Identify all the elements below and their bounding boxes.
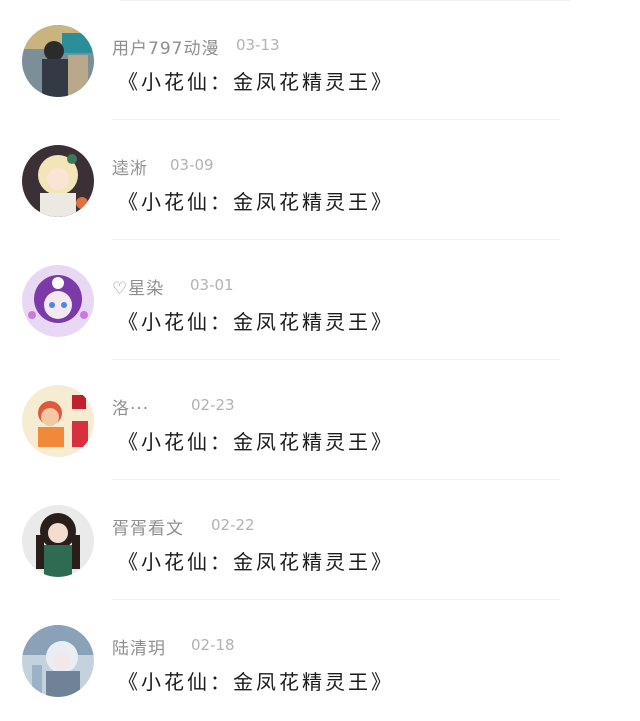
username[interactable]: 陆清玥	[112, 639, 166, 659]
comment-list: 用户797动漫 03-13 《小花仙：金凤花精灵王》 逵淅 03-09 《小花仙…	[0, 0, 640, 721]
timestamp: 02-18	[191, 636, 235, 654]
avatar[interactable]	[22, 625, 94, 697]
comment-meta: 陆清玥 02-18	[112, 634, 235, 659]
comment-meta: 用户797动漫 03-13	[112, 34, 280, 59]
comment-meta: 胥胥看文 02-22	[112, 514, 255, 539]
timestamp: 03-01	[190, 276, 234, 294]
avatar[interactable]	[22, 385, 94, 457]
avatar[interactable]	[22, 145, 94, 217]
comment-meta: 逵淅 03-09	[112, 154, 214, 179]
username[interactable]: ♡星染	[112, 279, 164, 299]
comment-meta: ♡星染 03-01	[112, 274, 234, 299]
username[interactable]: 逵淅	[112, 159, 148, 179]
timestamp: 02-22	[211, 516, 255, 534]
comment-text: 《小花仙：金凤花精灵王》	[118, 190, 394, 214]
username[interactable]: 用户797动漫	[112, 39, 219, 59]
comment-text: 《小花仙：金凤花精灵王》	[118, 310, 394, 334]
comment-item[interactable]: 陆清玥 02-18 《小花仙：金凤花精灵王》	[0, 600, 640, 720]
comment-item[interactable]: 洛··· 02-23 《小花仙：金凤花精灵王》	[0, 360, 640, 480]
timestamp: 02-23	[191, 396, 235, 414]
avatar[interactable]	[22, 265, 94, 337]
timestamp: 03-09	[170, 156, 214, 174]
username[interactable]: 洛···	[112, 399, 149, 419]
comment-text: 《小花仙：金凤花精灵王》	[118, 550, 394, 574]
comment-text: 《小花仙：金凤花精灵王》	[118, 430, 394, 454]
timestamp: 03-13	[236, 36, 280, 54]
comment-item[interactable]: 胥胥看文 02-22 《小花仙：金凤花精灵王》	[0, 480, 640, 600]
comment-text: 《小花仙：金凤花精灵王》	[118, 670, 394, 694]
username[interactable]: 胥胥看文	[112, 519, 184, 539]
avatar[interactable]	[22, 505, 94, 577]
avatar[interactable]	[22, 25, 94, 97]
comment-text: 《小花仙：金凤花精灵王》	[118, 70, 394, 94]
comment-meta: 洛··· 02-23	[112, 394, 235, 419]
comment-item[interactable]: 用户797动漫 03-13 《小花仙：金凤花精灵王》	[0, 0, 640, 120]
comment-item[interactable]: 逵淅 03-09 《小花仙：金凤花精灵王》	[0, 120, 640, 240]
comment-item[interactable]: ♡星染 03-01 《小花仙：金凤花精灵王》	[0, 240, 640, 360]
